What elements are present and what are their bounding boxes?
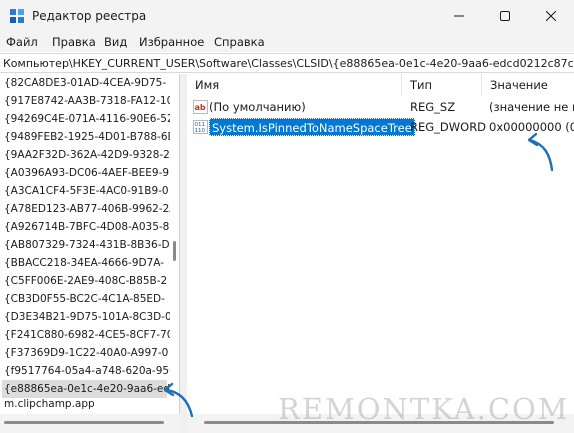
value-type: REG_DWORD (410, 120, 487, 134)
close-icon (546, 11, 556, 21)
address-path[interactable]: Компьютер\HKEY_CURRENT_USER\Software\Cla… (3, 57, 574, 70)
value-data: (значение не п (489, 100, 574, 114)
registry-editor-icon (10, 9, 24, 23)
svg-text:110: 110 (195, 128, 206, 134)
menu-file[interactable]: Файл (6, 35, 38, 49)
values-pane: Имя Тип Значение ab (По умолчанию) REG_S… (187, 74, 574, 433)
svg-text:ab: ab (195, 103, 206, 112)
tree-item[interactable]: {9489FEB2-1925-4D01-B788-6D (4, 128, 176, 146)
value-row-selected[interactable]: 011 110 System.IsPinnedToNameSpaceTree R… (187, 117, 574, 137)
menu-view[interactable]: Вид (104, 35, 127, 49)
tree-item[interactable]: {A0396A93-DC06-4AEF-BEE9-9 (4, 164, 169, 182)
tree-item[interactable]: {9AA2F32D-362A-42D9-9328-2 (4, 146, 170, 164)
menu-favorites[interactable]: Избранное (139, 35, 204, 49)
tree-item[interactable]: {F37369D9-1C22-40A0-A997-0 (4, 344, 168, 362)
value-name: (По умолчанию) (209, 100, 306, 114)
tree-item[interactable]: {A926714B-7BFC-4D08-A035-8 (4, 218, 169, 236)
string-value-icon: ab (193, 100, 208, 114)
pane-splitter[interactable] (180, 74, 187, 433)
tree-item[interactable]: {CB3D0F55-BC2C-4C1A-85ED- (4, 290, 165, 308)
window-title: Редактор реестра (32, 9, 147, 23)
tree-item[interactable]: {AB807329-7324-431B-8B36-DI (4, 236, 173, 254)
maximize-icon (500, 11, 510, 21)
maximize-button[interactable] (482, 0, 528, 32)
value-data: 0x00000000 (0) (489, 120, 574, 134)
minimize-button[interactable] (436, 0, 482, 32)
tree-item[interactable]: {A3CA1CF4-5F3E-4AC0-91B9-0 (4, 182, 169, 200)
address-bar[interactable]: Компьютер\HKEY_CURRENT_USER\Software\Cla… (0, 53, 574, 73)
tree-item-partial[interactable]: m.clipchamp.app (4, 398, 95, 410)
tree-item[interactable]: {C5FF006E-2AE9-408C-B85B-2 (4, 272, 167, 290)
menu-edit[interactable]: Правка (52, 35, 96, 49)
tree-horizontal-scroll-thumb[interactable] (4, 421, 164, 424)
menu-help[interactable]: Справка (214, 35, 265, 49)
tree-item-selected[interactable]: {e88865ea-0e1c-4e20-9aa6-edc (2, 380, 176, 398)
tree-item[interactable]: {82CA8DE3-01AD-4CEA-9D75- (4, 74, 166, 92)
close-button[interactable] (528, 0, 574, 32)
tree-item[interactable]: {D3E34B21-9D75-101A-8C3D-0 (4, 308, 172, 326)
value-type: REG_SZ (410, 100, 456, 114)
dword-value-icon: 011 110 (193, 120, 208, 134)
column-header-name[interactable]: Имя (187, 74, 402, 96)
tree-item[interactable]: {A78ED123-AB77-406B-9962-2A (4, 200, 177, 218)
tree-item[interactable]: {BBACC218-34EA-4666-9D7A- (4, 254, 164, 272)
tree-item[interactable]: {F241C880-6982-4CE5-8CF7-70 (4, 326, 173, 344)
key-tree: {82CA8DE3-01AD-4CEA-9D75- {917E8742-AA3B… (0, 74, 180, 433)
tree-item[interactable]: {917E8742-AA3B-7318-FA12-10 (4, 92, 173, 110)
tree-vertical-scroll-thumb[interactable] (173, 241, 176, 261)
watermark: REMONTKA.COM (278, 392, 570, 426)
value-row[interactable]: ab (По умолчанию) REG_SZ (значение не п (187, 97, 574, 117)
menu-bar: Файл Правка Вид Избранное Справка (0, 32, 574, 52)
tree-item[interactable]: {f9517764-05a4-a748-620a-950 (4, 362, 176, 380)
minimize-icon (454, 15, 464, 17)
column-header-data[interactable]: Значение (482, 74, 574, 96)
value-name-selected[interactable]: System.IsPinnedToNameSpaceTree (209, 118, 415, 136)
title-bar: Редактор реестра (0, 0, 574, 32)
column-header-type[interactable]: Тип (402, 74, 482, 96)
tree-item[interactable]: {94269C4E-071A-4116-90E6-52 (4, 110, 174, 128)
